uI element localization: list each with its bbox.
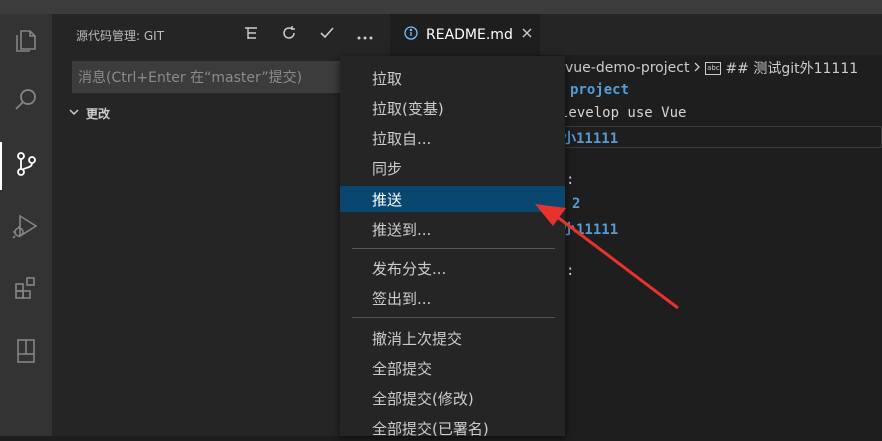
annotation-arrow (535, 204, 679, 310)
